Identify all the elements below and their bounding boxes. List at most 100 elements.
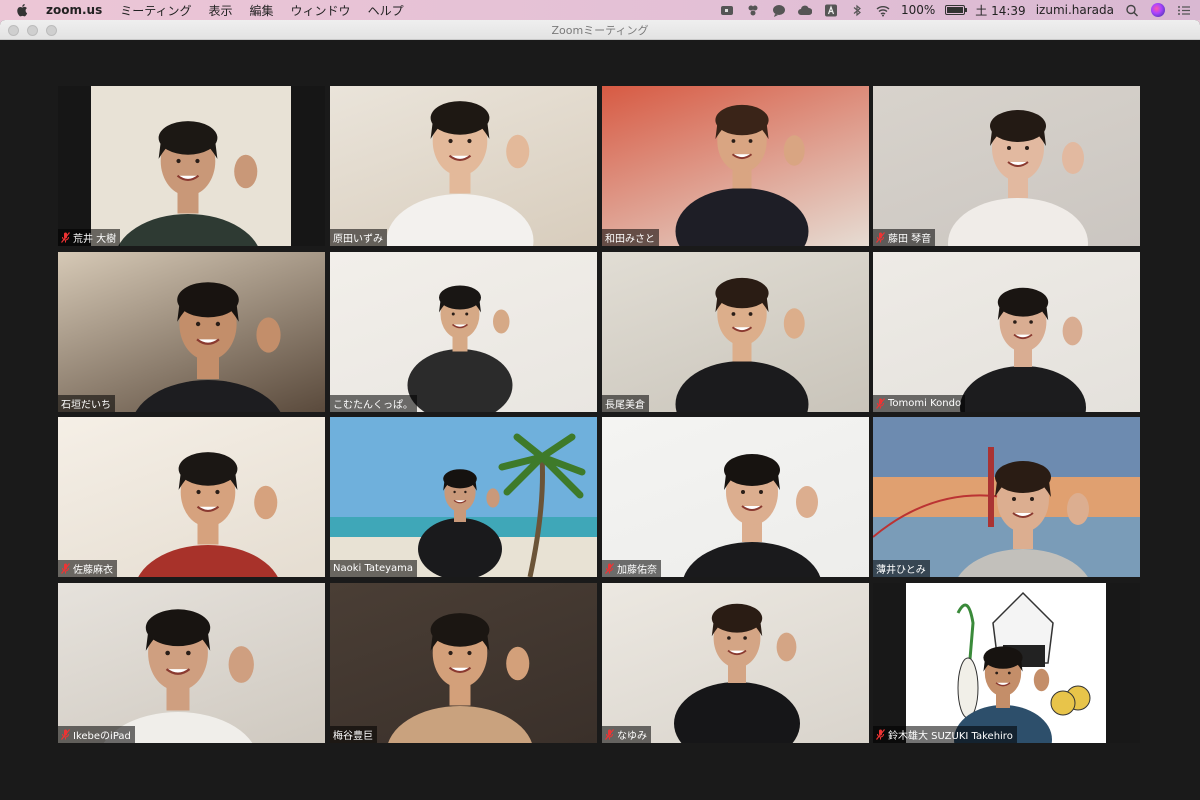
participant-name-tag: 和田みさと <box>602 229 659 246</box>
participant-name-tag: 石垣だいち <box>58 395 115 412</box>
participant-video <box>58 86 325 246</box>
participant-video <box>135 282 281 412</box>
zoom-meeting-window: Zoomミーティング 荒井 大樹 原田いずみ 和田みさと 藤田 琴音 石垣だいち… <box>0 20 1200 800</box>
participant-video <box>683 454 821 577</box>
participant-name-tag: なゆみ <box>602 726 651 743</box>
participant-name-tag: 荒井 大樹 <box>58 229 121 246</box>
participant-tile[interactable]: 佐藤麻衣 <box>58 417 325 577</box>
participant-name-tag: 梅谷豊巨 <box>330 726 377 743</box>
participant-video <box>948 110 1088 246</box>
participant-name: Tomomi Kondo <box>888 398 962 409</box>
participant-tile[interactable]: 荒井 大樹 <box>58 86 325 246</box>
window-titlebar[interactable]: Zoomミーティング <box>0 20 1200 40</box>
battery-icon[interactable] <box>945 5 968 15</box>
participant-name-tag: 加藤佑奈 <box>602 560 661 577</box>
participant-name-tag: 鈴木雄大 SUZUKI Takehiro <box>873 726 1017 743</box>
participant-tile[interactable]: 原田いずみ <box>330 86 597 246</box>
participant-name: なゆみ <box>617 731 647 742</box>
zoom-video-icon[interactable] <box>719 3 735 17</box>
participant-video <box>386 101 534 246</box>
participant-name: 原田いずみ <box>333 234 383 245</box>
participant-tile[interactable]: IkebeのiPad <box>58 583 325 743</box>
muted-microphone-icon <box>605 729 614 740</box>
participant-name-tag: Tomomi Kondo <box>873 395 966 412</box>
menu-edit[interactable]: 編集 <box>250 2 274 19</box>
participant-name: 荒井 大樹 <box>73 234 117 245</box>
participant-tile[interactable]: こむたんくっぱ。 <box>330 252 597 412</box>
participant-name: 藤田 琴音 <box>888 234 932 245</box>
participant-name-tag: 薄井ひとみ <box>873 560 930 577</box>
cloud-sync-icon[interactable] <box>797 3 813 17</box>
participant-video <box>873 417 1140 577</box>
menu-window[interactable]: ウィンドウ <box>291 2 351 19</box>
participant-name: Naoki Tateyama <box>333 563 414 574</box>
participant-tile[interactable]: 薄井ひとみ <box>873 417 1140 577</box>
participant-name: IkebeのiPad <box>73 731 131 742</box>
participant-tile[interactable]: 和田みさと <box>602 86 869 246</box>
muted-microphone-icon <box>61 729 70 740</box>
participant-name-tag: IkebeのiPad <box>58 726 135 743</box>
participant-name: 加藤佑奈 <box>617 565 657 576</box>
app-menu-zoom[interactable]: zoom.us <box>46 3 102 17</box>
close-window-button[interactable] <box>8 25 19 36</box>
muted-microphone-icon <box>61 232 70 243</box>
battery-percent: 100% <box>900 3 936 17</box>
participant-name: 梅谷豊巨 <box>333 731 373 742</box>
participant-video <box>103 609 254 743</box>
participant-tile[interactable]: Naoki Tateyama <box>330 417 597 577</box>
participant-video <box>388 613 532 743</box>
spotlight-search-icon[interactable] <box>1124 3 1140 17</box>
participant-name-tag: 佐藤麻衣 <box>58 560 117 577</box>
participant-tile[interactable]: 鈴木雄大 SUZUKI Takehiro <box>873 583 1140 743</box>
participant-tile[interactable]: 加藤佑奈 <box>602 417 869 577</box>
notification-center-icon[interactable] <box>1176 3 1192 17</box>
participant-video <box>138 452 278 577</box>
participant-name: 鈴木雄大 SUZUKI Takehiro <box>888 731 1013 742</box>
apple-menu-icon[interactable] <box>14 2 30 18</box>
input-method-icon[interactable] <box>823 3 839 17</box>
participant-tile[interactable]: 藤田 琴音 <box>873 86 1140 246</box>
participant-name-tag: こむたんくっぱ。 <box>330 395 417 412</box>
participant-video <box>960 287 1086 412</box>
muted-microphone-icon <box>605 563 614 574</box>
gallery-view: 荒井 大樹 原田いずみ 和田みさと 藤田 琴音 石垣だいち こむたんくっぱ。 長… <box>58 86 1141 743</box>
participant-video <box>407 285 513 412</box>
battery-fill <box>947 7 964 13</box>
participant-video <box>675 277 809 412</box>
participant-name: こむたんくっぱ。 <box>333 400 413 411</box>
wifi-icon[interactable] <box>875 3 891 17</box>
muted-microphone-icon <box>876 398 885 409</box>
bluetooth-icon[interactable] <box>849 3 865 17</box>
participant-tile[interactable]: なゆみ <box>602 583 869 743</box>
participant-name: 佐藤麻衣 <box>73 565 113 576</box>
participant-name: 長尾美倉 <box>605 400 645 411</box>
participant-tile[interactable]: 長尾美倉 <box>602 252 869 412</box>
chat-bubble-icon[interactable] <box>771 3 787 17</box>
participant-video <box>873 583 1140 743</box>
menu-meeting[interactable]: ミーティング <box>120 2 191 19</box>
participant-tile[interactable]: Tomomi Kondo <box>873 252 1140 412</box>
participant-name-tag: Naoki Tateyama <box>330 560 418 577</box>
participant-video <box>330 417 597 577</box>
menu-bar: zoom.us ミーティング 表示 編集 ウィンドウ ヘルプ 100% 土 14… <box>0 0 1200 20</box>
participant-name: 薄井ひとみ <box>876 565 926 576</box>
participant-tile[interactable]: 梅谷豊巨 <box>330 583 597 743</box>
participant-name-tag: 原田いずみ <box>330 229 387 246</box>
window-title: Zoomミーティング <box>551 23 649 37</box>
window-controls <box>8 25 57 36</box>
pinwheel-icon[interactable] <box>745 3 761 17</box>
siri-icon[interactable] <box>1150 3 1166 17</box>
minimize-window-button[interactable] <box>27 25 38 36</box>
menubar-clock[interactable]: 土 14:39 <box>975 2 1025 19</box>
muted-microphone-icon <box>61 563 70 574</box>
participant-video <box>674 603 800 743</box>
participant-name-tag: 藤田 琴音 <box>873 229 936 246</box>
zoom-window-button[interactable] <box>46 25 57 36</box>
menubar-user[interactable]: izumi.harada <box>1036 3 1114 17</box>
menu-help[interactable]: ヘルプ <box>368 2 404 19</box>
participant-video <box>675 104 809 246</box>
menu-view[interactable]: 表示 <box>209 2 233 19</box>
participant-name: 石垣だいち <box>61 400 111 411</box>
participant-tile[interactable]: 石垣だいち <box>58 252 325 412</box>
muted-microphone-icon <box>876 232 885 243</box>
